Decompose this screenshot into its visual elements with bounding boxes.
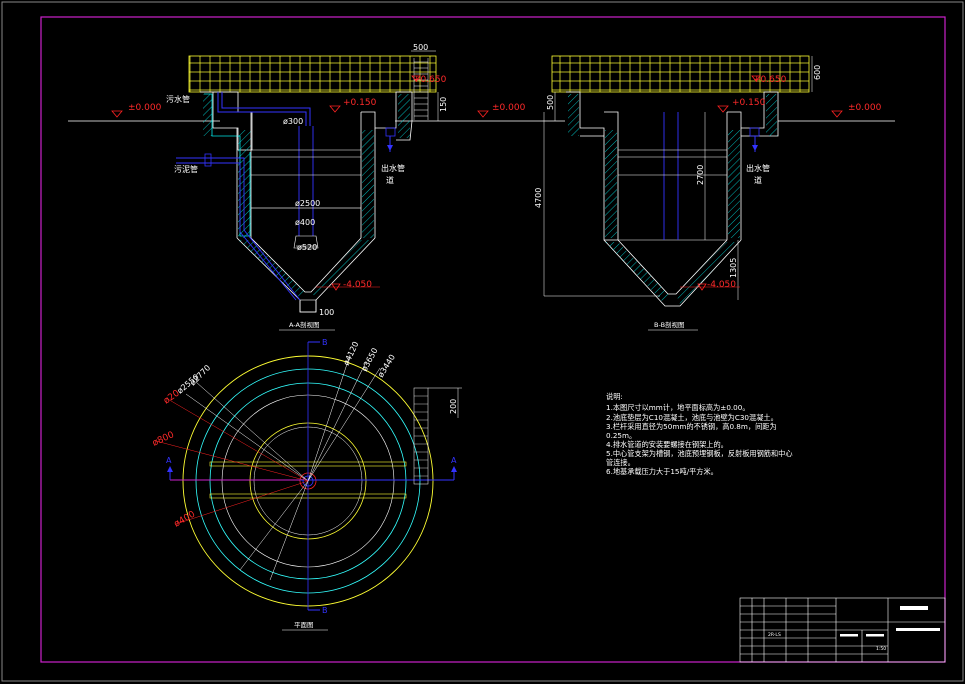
level-bottom-bb: -4.050 bbox=[707, 280, 736, 290]
level-water-aa: +0.150 bbox=[343, 98, 377, 108]
section-aa-title: A-A剖视图 bbox=[289, 320, 319, 329]
dim-d520-aa: ø520 bbox=[297, 243, 317, 252]
dim-2700-bb: 2700 bbox=[696, 165, 705, 185]
dim-d300-aa: ø300 bbox=[283, 117, 303, 126]
note-line: 4.排水管道的安装要螺接在钢架上的。 bbox=[606, 440, 728, 449]
cad-drawing-canvas: 污水管 污泥管 出水管 道 ±0.000 +0.650 +0.150 -4.05… bbox=[0, 0, 965, 684]
grating-platform-bb bbox=[551, 55, 810, 93]
plan-view: A A B B ø4120 ø3650 ø3440 ø2770 ø2550 ø2… bbox=[151, 338, 462, 631]
notes-heading: 说明: bbox=[606, 392, 623, 401]
title-block-cell-b: 1:50 bbox=[876, 646, 886, 652]
section-bb: 出水管 道 ±0.000 ±0.000 +0.650 +0.150 -4.050… bbox=[448, 55, 895, 331]
plan-dim-4120: ø4120 bbox=[342, 340, 361, 367]
outlet-label-aa: 出水管 bbox=[381, 163, 405, 173]
outlet-label-bb: 出水管 bbox=[746, 163, 770, 173]
dim-4700-bb: 4700 bbox=[534, 188, 543, 208]
plan-section-a-left: A bbox=[166, 456, 172, 465]
level-top-aa: +0.650 bbox=[413, 75, 447, 85]
center-pipe-bb bbox=[663, 112, 679, 240]
dim-1305-bb: 1305 bbox=[729, 258, 738, 278]
dim-d400-aa: ø400 bbox=[295, 218, 315, 227]
note-line: 6.地基承载压力大于15吨/平方米。 bbox=[606, 467, 718, 476]
level-top-bb: +0.650 bbox=[753, 75, 787, 85]
section-aa: 污水管 污泥管 出水管 道 ±0.000 +0.650 +0.150 -4.05… bbox=[68, 43, 448, 331]
inlet-label-aa: 污水管 bbox=[166, 94, 190, 104]
plan-section-a-right: A bbox=[451, 456, 457, 465]
outlet-label2-aa: 道 bbox=[386, 175, 394, 185]
plan-dim-3440: ø3440 bbox=[376, 353, 397, 379]
plan-dim-3650: ø3650 bbox=[360, 346, 380, 373]
note-line: 3.栏杆采用直径为50mm的不锈钢，高0.8m，间距为 bbox=[606, 422, 777, 431]
cad-drawing: 污水管 污泥管 出水管 道 ±0.000 +0.650 +0.150 -4.05… bbox=[1, 1, 964, 682]
level-ground-left-bb: ±0.000 bbox=[492, 103, 526, 113]
grating-platform-aa bbox=[188, 55, 437, 93]
outlet-label2-bb: 道 bbox=[754, 175, 762, 185]
dim-d2500-aa: ø2500 bbox=[295, 199, 320, 208]
level-water-bb: +0.150 bbox=[732, 98, 766, 108]
plan-dim-800: ø800 bbox=[151, 430, 176, 449]
sludge-label-aa: 污泥管 bbox=[174, 164, 198, 174]
note-line: 管连接。 bbox=[606, 458, 635, 467]
plan-dim-200: 200 bbox=[449, 399, 458, 414]
level-ground-right-bb: ±0.000 bbox=[848, 103, 882, 113]
title-block-cell-a: 2R-LS bbox=[768, 632, 781, 638]
title-block bbox=[739, 597, 946, 663]
dim-600-bb: 600 bbox=[813, 65, 822, 80]
level-ground-aa: ±0.000 bbox=[128, 103, 162, 113]
note-line: 2.池底垫层为C10混凝土，池底与池壁为C30混凝土。 bbox=[606, 413, 778, 422]
dim-150-aa: 150 bbox=[439, 97, 448, 112]
note-line: 5.中心管支架为槽钢，池底预埋钢板，反射板用钢筋和中心 bbox=[606, 449, 793, 458]
plan-dim-400: ø400 bbox=[173, 509, 198, 529]
plan-section-b-bottom: B bbox=[322, 606, 328, 615]
notes-block: 说明: 1.本图尺寸以mm计，地平面标高为±0.00。 2.池底垫层为C10混凝… bbox=[606, 392, 793, 476]
dim-500-aa: 500 bbox=[413, 43, 428, 52]
dim-500-bb: 500 bbox=[546, 95, 555, 110]
plan-section-b-top: B bbox=[322, 338, 328, 347]
dim-100-aa: 100 bbox=[319, 308, 334, 317]
drawing-frame bbox=[40, 16, 946, 663]
section-bb-title: B-B剖视图 bbox=[654, 320, 685, 329]
note-line: 1.本图尺寸以mm计，地平面标高为±0.00。 bbox=[606, 403, 750, 412]
level-bottom-aa: -4.050 bbox=[343, 280, 372, 290]
note-line: 0.25m。 bbox=[606, 431, 636, 440]
plan-title: 平面图 bbox=[294, 621, 314, 629]
